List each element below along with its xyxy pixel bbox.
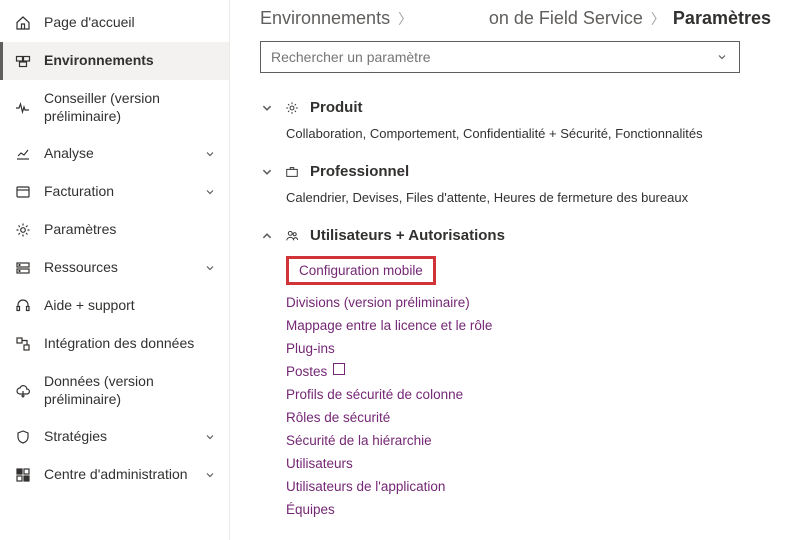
section-title: Produit — [310, 99, 363, 116]
link-license-mapping[interactable]: Mappage entre la licence et le rôle — [286, 314, 771, 337]
sidebar-item-data[interactable]: Données (version préliminaire) — [0, 363, 229, 418]
search-input[interactable] — [271, 49, 715, 65]
chevron-down-icon — [203, 430, 217, 444]
link-app-users[interactable]: Utilisateurs de l'application — [286, 475, 771, 498]
sidebar-item-label: Données (version préliminaire) — [44, 373, 217, 408]
breadcrumb-current: Paramètres — [673, 8, 771, 29]
sidebar-item-advisor[interactable]: Conseiller (version préliminaire) — [0, 80, 229, 135]
section-product: Produit Collaboration, Comportement, Con… — [260, 95, 771, 145]
link-security-roles[interactable]: Rôles de sécurité — [286, 406, 771, 429]
chevron-right-icon: 〉 — [651, 9, 665, 29]
chevron-down-icon — [203, 147, 217, 161]
section-title: Utilisateurs + Autorisations — [310, 227, 505, 244]
policies-icon — [14, 428, 32, 446]
chevron-down-icon[interactable] — [715, 50, 729, 64]
chevron-right-icon: 〉 — [398, 9, 412, 29]
highlighted-link: Configuration mobile — [286, 256, 436, 285]
sidebar-item-environments[interactable]: Environnements — [0, 42, 229, 80]
sidebar-item-billing[interactable]: Facturation — [0, 173, 229, 211]
section-header-professional[interactable]: Professionnel — [260, 159, 771, 184]
chevron-down-icon — [203, 185, 217, 199]
chevron-up-icon — [260, 229, 274, 243]
search-box[interactable] — [260, 41, 740, 73]
sidebar-item-label: Facturation — [44, 183, 203, 201]
section-items: Configuration mobile Divisions (version … — [260, 248, 771, 521]
sidebar-item-resources[interactable]: Ressources — [0, 249, 229, 287]
sidebar-item-analytics[interactable]: Analyse — [0, 135, 229, 173]
section-desc: Collaboration, Comportement, Confidentia… — [260, 120, 771, 145]
section-professional: Professionnel Calendrier, Devises, Files… — [260, 159, 771, 209]
chevron-down-icon — [260, 101, 274, 115]
sidebar-item-label: Centre d'administration — [44, 466, 203, 484]
sidebar-item-home[interactable]: Page d'accueil — [0, 4, 229, 42]
section-desc: Calendrier, Devises, Files d'attente, He… — [260, 184, 771, 209]
sidebar-item-label: Conseiller (version préliminaire) — [44, 90, 217, 125]
main-content: Environnements 〉 on de Field Service 〉 P… — [230, 0, 791, 540]
section-title: Professionnel — [310, 163, 409, 180]
gear-icon — [14, 221, 32, 239]
sidebar-item-admin-center[interactable]: Centre d'administration — [0, 456, 229, 494]
sidebar-item-label: Aide + support — [44, 297, 217, 315]
sidebar-item-label: Page d'accueil — [44, 14, 217, 32]
people-icon — [284, 228, 300, 244]
admin-icon — [14, 466, 32, 484]
chart-icon — [14, 145, 32, 163]
link-positions[interactable]: Postes — [286, 360, 771, 383]
section-users-permissions: Utilisateurs + Autorisations Configurati… — [260, 223, 771, 521]
section-header-users[interactable]: Utilisateurs + Autorisations — [260, 223, 771, 248]
chevron-down-icon — [203, 261, 217, 275]
section-header-product[interactable]: Produit — [260, 95, 771, 120]
pulse-icon — [14, 99, 32, 117]
sidebar: Page d'accueil Environnements Conseiller… — [0, 0, 230, 540]
breadcrumb: Environnements 〉 on de Field Service 〉 P… — [260, 8, 771, 29]
sidebar-item-label: Stratégies — [44, 428, 203, 446]
link-hierarchy-security[interactable]: Sécurité de la hiérarchie — [286, 429, 771, 452]
chevron-down-icon — [203, 468, 217, 482]
gear-icon — [284, 100, 300, 116]
sidebar-item-label: Ressources — [44, 259, 203, 277]
sidebar-item-settings[interactable]: Paramètres — [0, 211, 229, 249]
link-mobile-config[interactable]: Configuration mobile — [299, 263, 423, 278]
breadcrumb-environments[interactable]: Environnements — [260, 8, 390, 29]
breadcrumb-env-name[interactable]: on de Field Service — [489, 8, 643, 29]
headset-icon — [14, 297, 32, 315]
home-icon — [14, 14, 32, 32]
sidebar-item-data-integration[interactable]: Intégration des données — [0, 325, 229, 363]
resources-icon — [14, 259, 32, 277]
link-column-security[interactable]: Profils de sécurité de colonne — [286, 383, 771, 406]
chevron-down-icon — [260, 165, 274, 179]
sidebar-item-label: Environnements — [44, 52, 217, 70]
sidebar-item-label: Intégration des données — [44, 335, 217, 353]
billing-icon — [14, 183, 32, 201]
briefcase-icon — [284, 164, 300, 180]
link-users[interactable]: Utilisateurs — [286, 452, 771, 475]
link-divisions[interactable]: Divisions (version préliminaire) — [286, 291, 771, 314]
link-teams[interactable]: Équipes — [286, 498, 771, 521]
cloud-icon — [14, 382, 32, 400]
integration-icon — [14, 335, 32, 353]
environments-icon — [14, 52, 32, 70]
sidebar-item-policies[interactable]: Stratégies — [0, 418, 229, 456]
sidebar-item-label: Paramètres — [44, 221, 217, 239]
sidebar-item-label: Analyse — [44, 145, 203, 163]
sidebar-item-help[interactable]: Aide + support — [0, 287, 229, 325]
link-plugins[interactable]: Plug-ins — [286, 337, 771, 360]
